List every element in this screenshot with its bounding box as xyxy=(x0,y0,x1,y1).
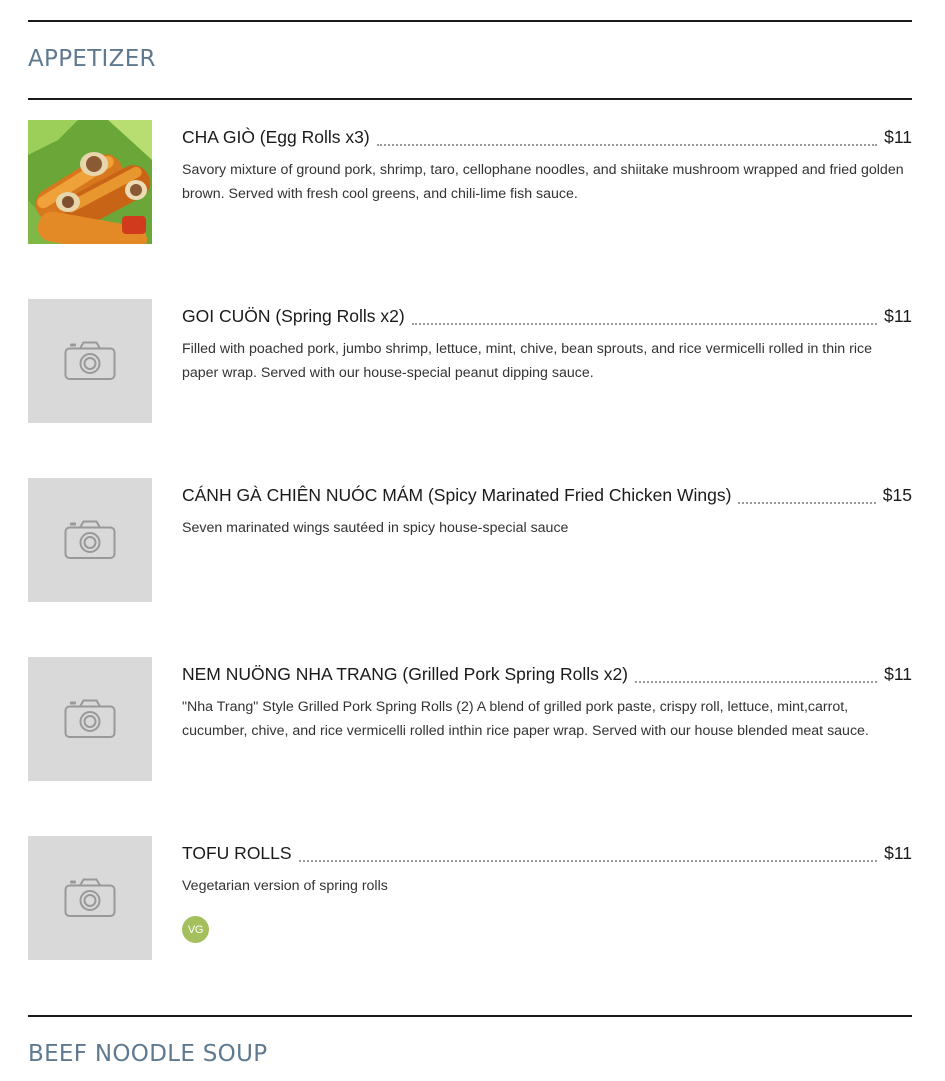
item-photo-placeholder xyxy=(28,478,152,602)
camera-icon xyxy=(64,699,116,738)
section-title-appetizer: APPETIZER xyxy=(28,46,156,72)
dotted-leader xyxy=(738,502,876,504)
item-price: $11 xyxy=(884,664,912,684)
section-divider xyxy=(28,98,912,100)
item-header: CÁNH GÀ CHIÊN NUÓC MÁM (Spicy Marinated … xyxy=(182,478,912,506)
dotted-leader xyxy=(376,144,878,146)
item-content: GOI CUÖN (Spring Rolls x2) $11 Filled wi… xyxy=(182,299,912,385)
section-title-beef-noodle-soup: BEEF NOODLE SOUP xyxy=(28,1041,268,1067)
item-content: TOFU ROLLS $11 Vegetarian version of spr… xyxy=(182,836,912,943)
dotted-leader xyxy=(635,681,878,683)
item-name: NEM NUÖNG NHA TRANG (Grilled Pork Spring… xyxy=(182,664,629,684)
item-price: $11 xyxy=(884,843,912,863)
dotted-leader xyxy=(298,860,878,862)
item-description: Seven marinated wings sautéed in spicy h… xyxy=(182,520,569,536)
item-description: "Nha Trang" Style Grilled Pork Spring Ro… xyxy=(182,699,869,739)
menu-item: CHA GIÒ (Egg Rolls x3) $11 Savory mixtur… xyxy=(28,120,912,244)
camera-icon xyxy=(64,878,116,917)
dotted-leader xyxy=(411,323,878,325)
item-price: $11 xyxy=(884,306,912,326)
item-name: GOI CUÖN (Spring Rolls x2) xyxy=(182,306,405,326)
item-photo-placeholder xyxy=(28,836,152,960)
menu-item: NEM NUÖNG NHA TRANG (Grilled Pork Spring… xyxy=(28,657,912,781)
item-description: Vegetarian version of spring rolls xyxy=(182,878,388,894)
item-photo-egg-rolls xyxy=(28,120,152,244)
item-content: NEM NUÖNG NHA TRANG (Grilled Pork Spring… xyxy=(182,657,912,743)
vegan-badge: VG xyxy=(182,916,209,943)
item-description: Filled with poached pork, jumbo shrimp, … xyxy=(182,341,872,381)
item-content: CÁNH GÀ CHIÊN NUÓC MÁM (Spicy Marinated … xyxy=(182,478,912,540)
item-name: TOFU ROLLS xyxy=(182,843,292,863)
camera-icon xyxy=(64,520,116,559)
section-divider xyxy=(28,20,912,22)
menu-item: TOFU ROLLS $11 Vegetarian version of spr… xyxy=(28,836,912,960)
item-header: CHA GIÒ (Egg Rolls x3) $11 xyxy=(182,120,912,148)
item-header: TOFU ROLLS $11 xyxy=(182,836,912,864)
menu-item: GOI CUÖN (Spring Rolls x2) $11 Filled wi… xyxy=(28,299,912,423)
item-name: CHA GIÒ (Egg Rolls x3) xyxy=(182,127,370,147)
item-price: $11 xyxy=(884,127,912,147)
menu-item: CÁNH GÀ CHIÊN NUÓC MÁM (Spicy Marinated … xyxy=(28,478,912,602)
item-header: GOI CUÖN (Spring Rolls x2) $11 xyxy=(182,299,912,327)
section-divider xyxy=(28,1015,912,1017)
item-photo-placeholder xyxy=(28,299,152,423)
item-description: Savory mixture of ground pork, shrimp, t… xyxy=(182,162,904,202)
item-price: $15 xyxy=(882,485,912,505)
item-photo-placeholder xyxy=(28,657,152,781)
item-header: NEM NUÖNG NHA TRANG (Grilled Pork Spring… xyxy=(182,657,912,685)
item-content: CHA GIÒ (Egg Rolls x3) $11 Savory mixtur… xyxy=(182,120,912,206)
item-name: CÁNH GÀ CHIÊN NUÓC MÁM (Spicy Marinated … xyxy=(182,485,732,505)
camera-icon xyxy=(64,341,116,380)
